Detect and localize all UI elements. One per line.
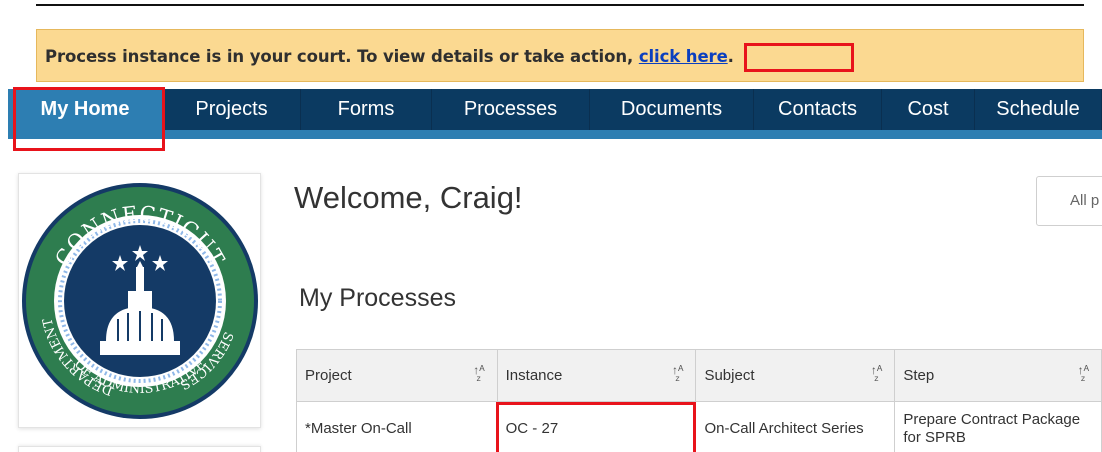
nav-item-projects[interactable]: Projects — [163, 89, 301, 130]
notification-banner: Process instance is in your court. To vi… — [36, 29, 1084, 82]
project-filter-select[interactable]: All p — [1036, 176, 1102, 226]
column-label: Subject — [704, 367, 755, 384]
project-filter-placeholder: All p — [1070, 192, 1100, 209]
instance-link[interactable]: OC - 27 — [496, 401, 697, 452]
logo-card: CONNECTICUT DEPARTMENT OF ADMINISTRATIVE… — [18, 173, 261, 428]
sort-icon[interactable]: ↑ᴬ ᶻ — [672, 364, 683, 386]
my-processes-heading: My Processes — [299, 284, 456, 312]
click-here-link[interactable]: click here — [639, 47, 728, 66]
nav-item-my-home[interactable]: My Home — [8, 89, 163, 130]
column-label: Project — [305, 367, 352, 384]
sort-icon[interactable]: ↑ᴬ ᶻ — [473, 364, 484, 386]
secondary-card — [18, 446, 261, 452]
main-nav: My Home Projects Forms Processes Documen… — [8, 89, 1102, 139]
column-header-instance[interactable]: Instance ↑ᴬ ᶻ — [496, 349, 697, 402]
table-row: *Master On-Call OC - 27 On-Call Architec… — [296, 401, 1102, 452]
nav-item-forms[interactable]: Forms — [301, 89, 432, 130]
nav-item-documents[interactable]: Documents — [590, 89, 754, 130]
processes-table: Project ↑ᴬ ᶻ Instance ↑ᴬ ᶻ Subject ↑ᴬ ᶻ … — [296, 349, 1102, 452]
nav-item-cost[interactable]: Cost — [882, 89, 975, 130]
banner-message: Process instance is in your court. To vi… — [45, 47, 639, 66]
step-cell: Prepare Contract Package for SPRB — [894, 401, 1102, 452]
ct-das-seal-logo: CONNECTICUT DEPARTMENT OF ADMINISTRATIVE… — [22, 183, 258, 419]
table-header-row: Project ↑ᴬ ᶻ Instance ↑ᴬ ᶻ Subject ↑ᴬ ᶻ … — [296, 349, 1102, 402]
nav-item-schedule[interactable]: Schedule — [975, 89, 1102, 130]
sort-icon[interactable]: ↑ᴬ ᶻ — [1078, 364, 1089, 386]
nav-item-contacts[interactable]: Contacts — [754, 89, 882, 130]
sort-icon[interactable]: ↑ᴬ ᶻ — [871, 364, 882, 386]
banner-trailing: . — [727, 47, 734, 66]
column-label: Step — [903, 367, 935, 384]
nav-item-processes[interactable]: Processes — [432, 89, 590, 130]
column-header-project[interactable]: Project ↑ᴬ ᶻ — [296, 349, 498, 402]
column-header-step[interactable]: Step ↑ᴬ ᶻ — [894, 349, 1102, 402]
top-divider — [36, 4, 1084, 6]
banner-text: Process instance is in your court. To vi… — [45, 47, 734, 66]
subject-cell: On-Call Architect Series — [695, 401, 896, 452]
welcome-heading: Welcome, Craig! — [294, 180, 523, 215]
column-header-subject[interactable]: Subject ↑ᴬ ᶻ — [695, 349, 896, 402]
column-label: Instance — [505, 367, 563, 384]
project-link[interactable]: *Master On-Call — [296, 401, 498, 452]
